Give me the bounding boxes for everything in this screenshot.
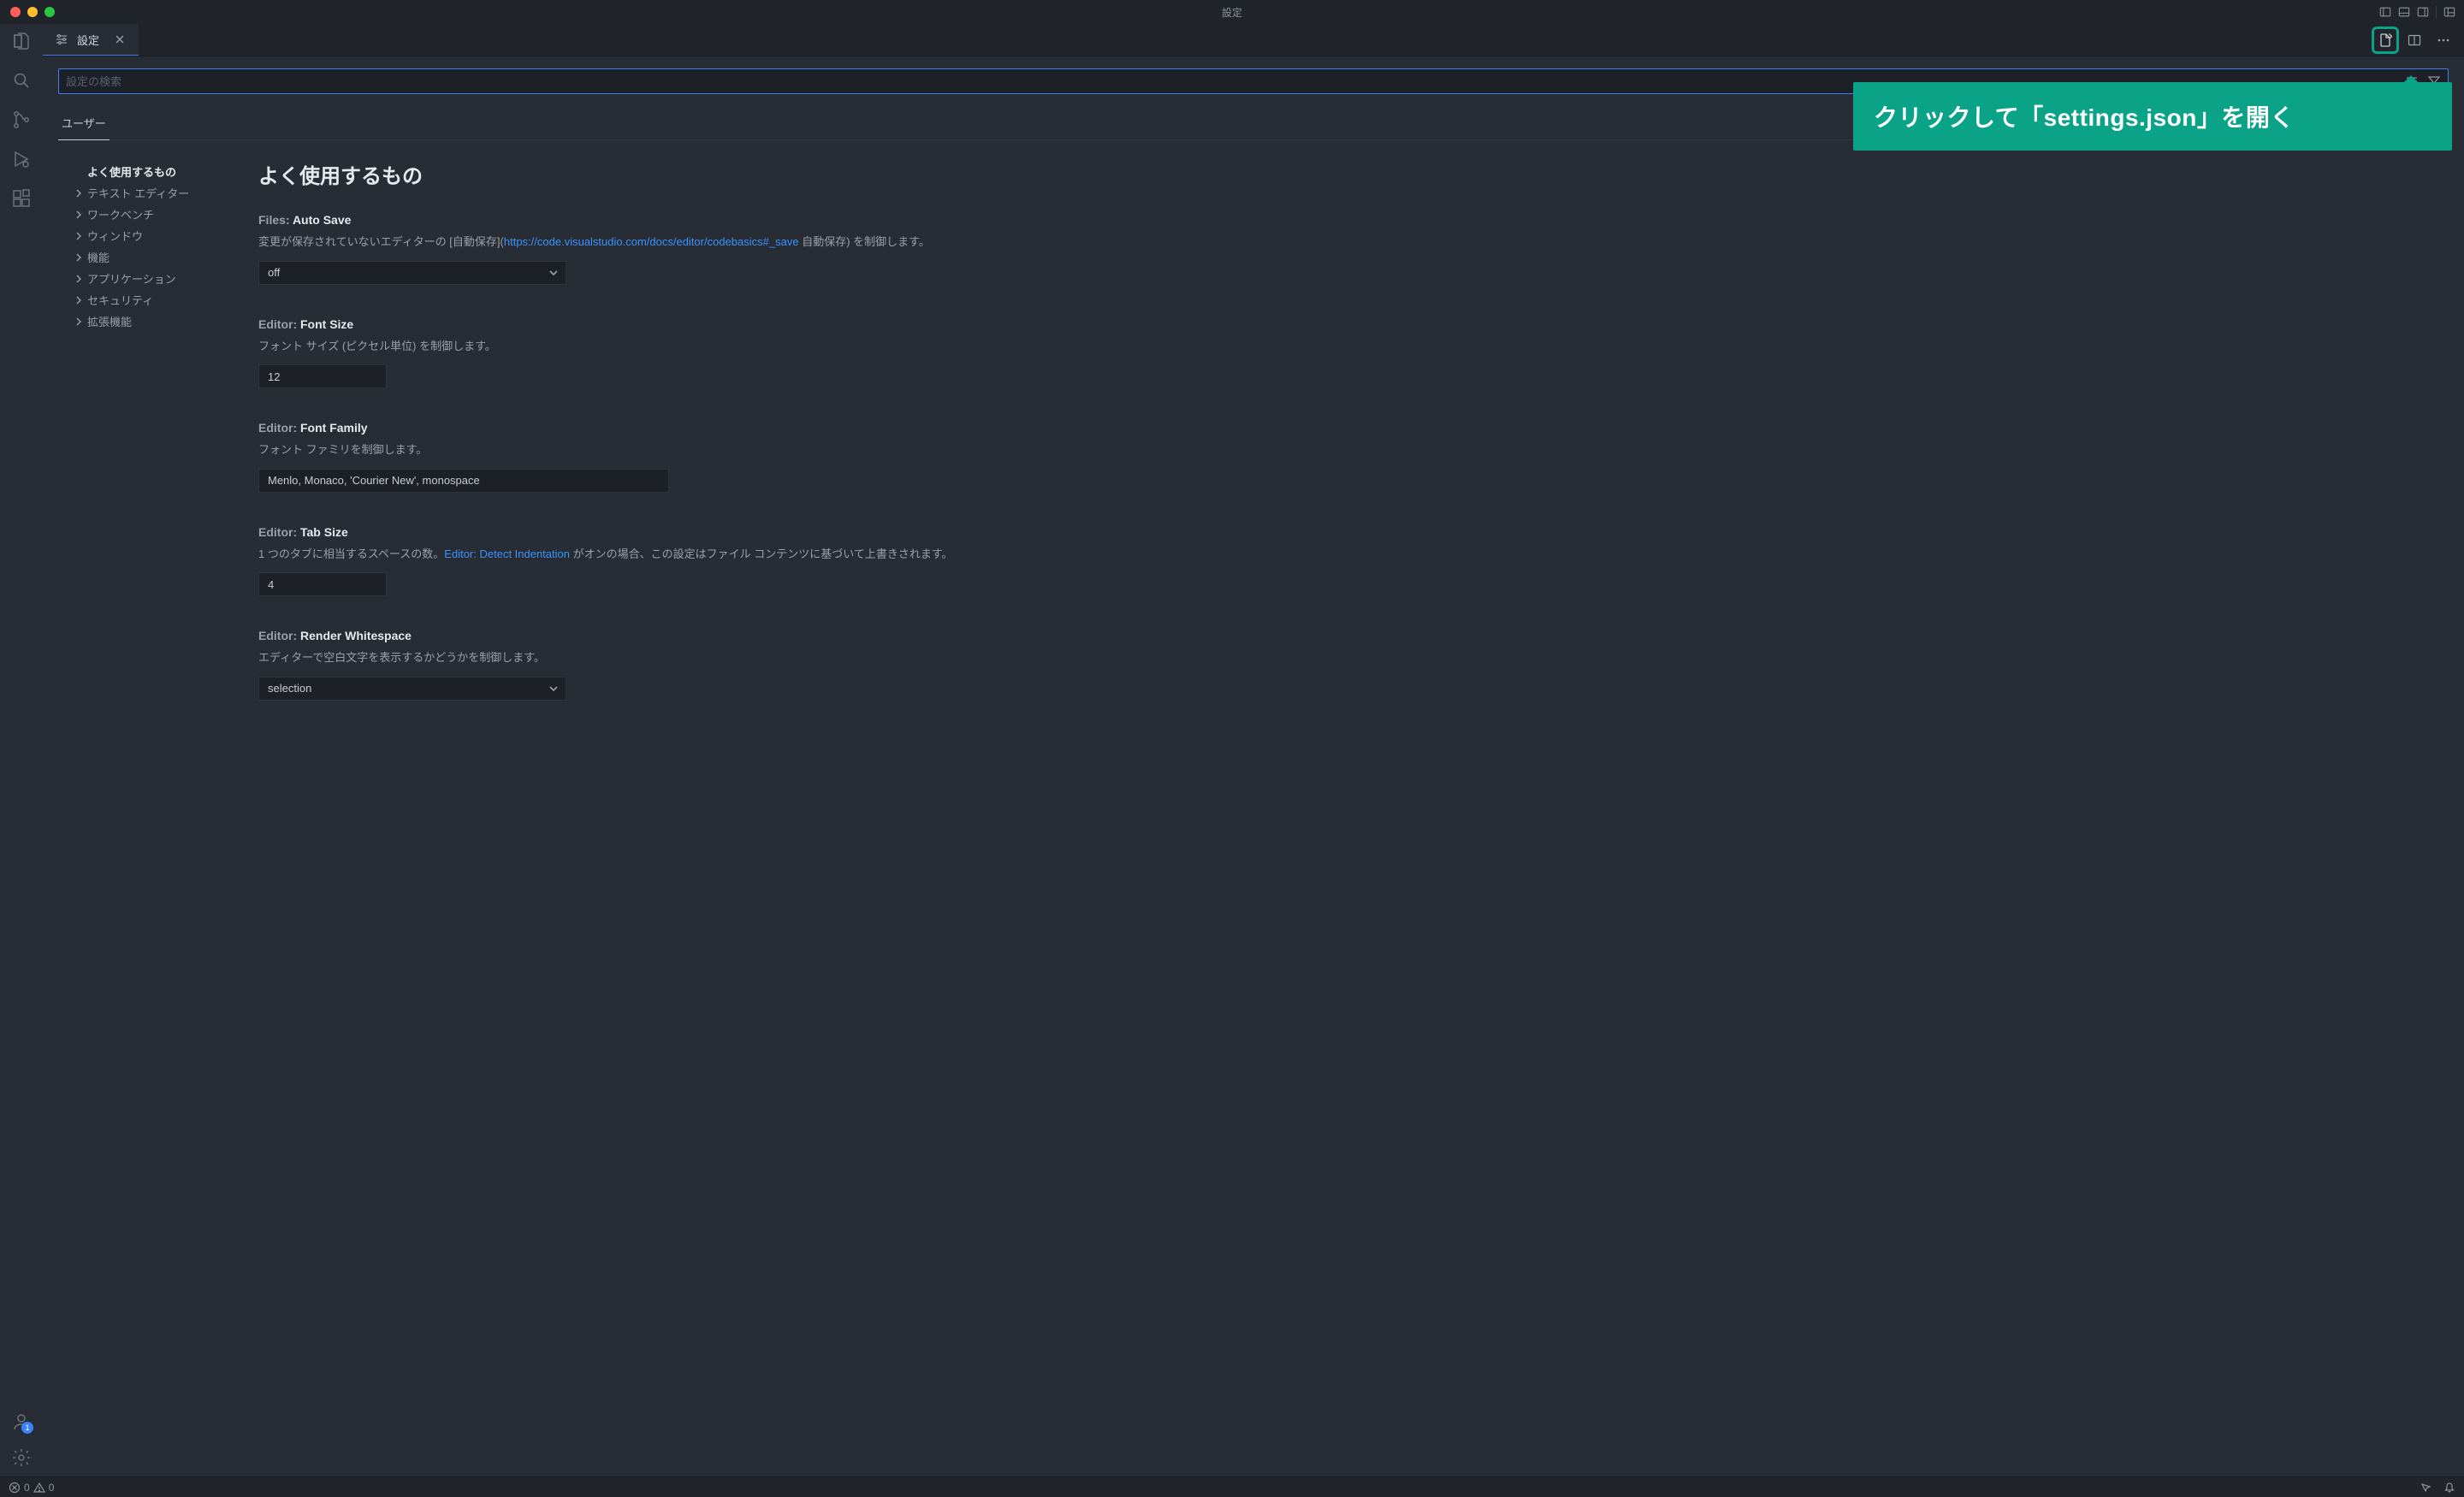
toc-text-editor[interactable]: テキスト エディター (58, 182, 238, 204)
chevron-right-icon (74, 231, 84, 241)
customize-layout-icon[interactable] (2443, 6, 2455, 18)
content-heading: よく使用するもの (258, 159, 2428, 189)
toggle-secondary-sidebar-icon[interactable] (2417, 6, 2429, 18)
manage-gear-icon[interactable] (11, 1447, 32, 1468)
callout-text: クリックして「settings.json」を開く (1874, 104, 2295, 131)
source-control-icon[interactable] (11, 109, 32, 130)
close-window-button[interactable] (10, 7, 21, 17)
chevron-down-icon (548, 683, 559, 694)
setting-title: Editor: Font Size (258, 317, 1080, 331)
status-bar: 0 0 (0, 1476, 2464, 1497)
toc-workbench[interactable]: ワークベンチ (58, 204, 238, 225)
chevron-right-icon (74, 252, 84, 263)
minimize-window-button[interactable] (27, 7, 38, 17)
explorer-icon[interactable] (11, 31, 32, 51)
toc-application[interactable]: アプリケーション (58, 268, 238, 289)
window-titlebar: 設定 (0, 0, 2464, 24)
chevron-down-icon (548, 268, 559, 278)
setting-files-auto-save: Files: Auto Save 変更が保存されていないエディターの [自動保存… (258, 213, 1080, 285)
callout-banner: クリックして「settings.json」を開く (1853, 82, 2452, 151)
render-whitespace-select[interactable]: selection (258, 677, 566, 701)
editor-area: 設定 (43, 24, 2464, 1476)
status-notifications-icon[interactable] (2443, 1482, 2455, 1494)
tab-label: 設定 (77, 32, 99, 48)
activity-bar: 1 (0, 24, 43, 1476)
search-icon[interactable] (11, 70, 32, 91)
detect-indentation-link[interactable]: Editor: Detect Indentation (444, 547, 570, 560)
chevron-right-icon (74, 188, 84, 198)
toggle-panel-icon[interactable] (2398, 6, 2410, 18)
setting-description: フォント ファミリを制御します。 (258, 441, 1080, 459)
setting-description: フォント サイズ (ピクセル単位) を制御します。 (258, 338, 1080, 355)
setting-description: 1 つのタブに相当するスペースの数。Editor: Detect Indenta… (258, 546, 1080, 563)
settings-tab-icon (55, 33, 68, 46)
setting-title: Editor: Render Whitespace (258, 629, 1080, 642)
scope-tab-user[interactable]: ユーザー (58, 109, 110, 140)
window-title: 設定 (0, 5, 2464, 20)
extensions-icon[interactable] (11, 188, 32, 209)
toc-frequently-used[interactable]: よく使用するもの (58, 161, 238, 182)
status-feedback-icon[interactable] (2420, 1482, 2431, 1494)
setting-editor-tab-size: Editor: Tab Size 1 つのタブに相当するスペースの数。Edito… (258, 525, 1080, 597)
tab-bar: 設定 (43, 24, 2464, 56)
auto-save-select[interactable]: off (258, 261, 566, 285)
run-debug-icon[interactable] (11, 149, 32, 169)
toggle-primary-sidebar-icon[interactable] (2379, 6, 2391, 18)
maximize-window-button[interactable] (44, 7, 55, 17)
setting-description: 変更が保存されていないエディターの [自動保存](https://code.vi… (258, 234, 1080, 251)
setting-title: Editor: Tab Size (258, 525, 1080, 539)
setting-editor-font-family: Editor: Font Family フォント ファミリを制御します。 Men… (258, 421, 1080, 493)
close-tab-icon[interactable] (113, 33, 127, 46)
autosave-doc-link[interactable]: https://code.visualstudio.com/docs/edito… (504, 235, 799, 248)
split-editor-icon[interactable] (2402, 28, 2426, 52)
settings-toc: よく使用するもの テキスト エディター ワークベンチ (58, 149, 238, 1476)
settings-editor: ユーザー よく使用するもの テキスト エディター (43, 56, 2464, 1476)
more-actions-icon[interactable] (2431, 28, 2455, 52)
font-family-input[interactable]: Menlo, Monaco, 'Courier New', monospace (258, 469, 669, 493)
toc-security[interactable]: セキュリティ (58, 289, 238, 311)
setting-editor-font-size: Editor: Font Size フォント サイズ (ピクセル単位) を制御し… (258, 317, 1080, 389)
toc-window[interactable]: ウィンドウ (58, 225, 238, 246)
setting-editor-render-whitespace: Editor: Render Whitespace エディターで空白文字を表示す… (258, 629, 1080, 701)
accounts-icon[interactable]: 1 (11, 1411, 32, 1432)
setting-title: Files: Auto Save (258, 213, 1080, 227)
setting-description: エディターで空白文字を表示するかどうかを制御します。 (258, 649, 1080, 666)
settings-content[interactable]: よく使用するもの Files: Auto Save 変更が保存されていないエディ… (238, 149, 2449, 1476)
chevron-right-icon (74, 295, 84, 305)
chevron-right-icon (74, 210, 84, 220)
setting-title: Editor: Font Family (258, 421, 1080, 435)
accounts-badge: 1 (21, 1422, 33, 1434)
status-problems[interactable]: 0 0 (9, 1482, 54, 1494)
chevron-right-icon (74, 274, 84, 284)
toc-extensions[interactable]: 拡張機能 (58, 311, 238, 332)
traffic-lights (0, 7, 55, 17)
titlebar-layout-controls (2379, 6, 2464, 18)
chevron-right-icon (74, 317, 84, 327)
tab-settings[interactable]: 設定 (43, 24, 139, 56)
toc-features[interactable]: 機能 (58, 246, 238, 268)
font-size-input[interactable]: 12 (258, 364, 387, 388)
open-settings-json-button[interactable] (2373, 28, 2397, 52)
tab-size-input[interactable]: 4 (258, 572, 387, 596)
